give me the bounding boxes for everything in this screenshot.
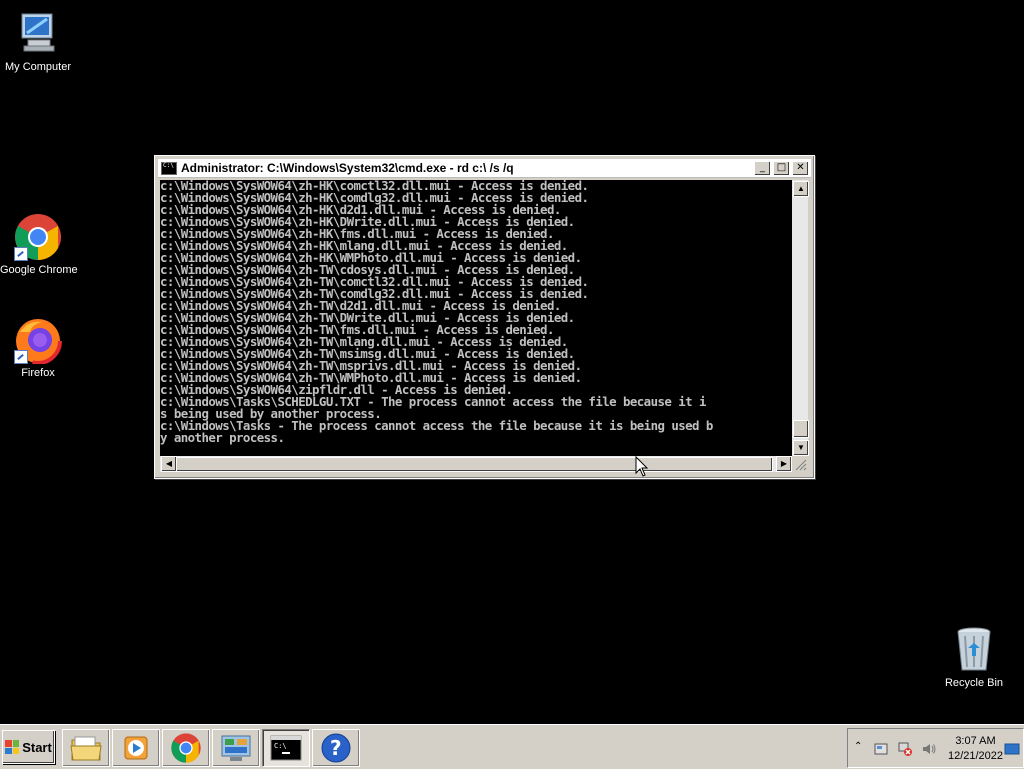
horizontal-scroll-thumb[interactable] [176, 457, 773, 472]
start-button[interactable]: Start [2, 730, 55, 764]
console-output[interactable]: c:\Windows\SysWOW64\zh-HK\comctl32.dll.m… [160, 180, 792, 456]
vertical-scrollbar[interactable]: ▲ ▼ [792, 180, 809, 456]
taskbar-app-chrome[interactable] [162, 729, 210, 767]
volume-icon[interactable] [921, 741, 937, 757]
shortcut-arrow-icon [14, 247, 28, 261]
start-label: Start [22, 739, 52, 755]
scroll-left-button[interactable]: ◀ [161, 456, 177, 472]
minimize-button[interactable]: _ [754, 160, 771, 176]
system-tray: ⌃ 3:07 AM 12/21/2022 [847, 728, 1024, 768]
help-icon: ? [321, 733, 351, 763]
shortcut-arrow-icon [14, 350, 28, 364]
cmd-window[interactable]: Administrator: C:\Windows\System32\cmd.e… [154, 155, 815, 479]
cmd-icon: C:\ [270, 735, 302, 761]
windows-logo-icon [5, 740, 20, 754]
desktop-icon-firefox[interactable]: Firefox [0, 316, 76, 379]
recycle-bin-icon [950, 626, 998, 674]
vertical-scroll-thumb[interactable] [793, 420, 809, 438]
computer-icon [14, 10, 62, 58]
resize-grip[interactable] [792, 456, 808, 472]
desktop-icon-label: Google Chrome [0, 264, 78, 276]
window-title: Administrator: C:\Windows\System32\cmd.e… [181, 161, 514, 175]
desktop-icon-label: Recycle Bin [944, 677, 1004, 689]
taskbar-app-help[interactable]: ? [312, 729, 360, 767]
window-titlebar[interactable]: Administrator: C:\Windows\System32\cmd.e… [158, 159, 811, 178]
taskbar-app-cmd[interactable]: C:\ [262, 729, 310, 767]
svg-text:?: ? [330, 736, 342, 760]
desktop-icon-label: Firefox [21, 367, 55, 379]
scroll-right-button[interactable]: ▶ [776, 456, 792, 472]
network-error-icon[interactable] [897, 741, 913, 757]
desktop-icon-my-computer[interactable]: My Computer [0, 10, 76, 73]
clock-date: 12/21/2022 [947, 750, 1004, 762]
show-desktop-icon[interactable] [1004, 743, 1020, 755]
taskbar-app-explorer[interactable] [62, 729, 110, 767]
control-panel-icon [221, 735, 251, 761]
close-button[interactable]: ✕ [792, 160, 809, 176]
desktop-icon-google-chrome[interactable]: Google Chrome [0, 213, 78, 276]
scroll-down-button[interactable]: ▼ [793, 440, 809, 456]
console-line: y another process. [160, 430, 285, 445]
scroll-up-button[interactable]: ▲ [793, 181, 809, 197]
desktop-icon-recycle-bin[interactable]: Recycle Bin [936, 626, 1012, 689]
media-player-icon [124, 736, 148, 760]
show-hidden-icons-icon[interactable]: ⌃ [854, 741, 862, 752]
action-center-icon[interactable] [873, 741, 889, 757]
chrome-icon [171, 733, 201, 763]
clock[interactable]: 3:07 AM 12/21/2022 [938, 734, 1013, 764]
console-text: c:\Windows\SysWOW64\zh-HK\comctl32.dll.m… [160, 180, 792, 444]
desktop-icon-label: My Computer [4, 61, 72, 73]
maximize-button[interactable]: □ [773, 160, 790, 176]
taskbar: Start C:\ ? ⌃ 3:07 AM 12/21/2022 [0, 724, 1024, 769]
clock-time: 3:07 AM [955, 735, 996, 747]
cmd-icon [161, 161, 177, 175]
chrome-icon [14, 213, 62, 261]
taskbar-app-control-panel[interactable] [212, 729, 260, 767]
folder-icon [70, 736, 102, 761]
taskbar-app-media-player[interactable] [112, 729, 160, 767]
horizontal-scrollbar[interactable]: ◀ ▶ [160, 456, 792, 472]
firefox-icon [14, 316, 62, 365]
svg-text:C:\: C:\ [274, 742, 287, 750]
